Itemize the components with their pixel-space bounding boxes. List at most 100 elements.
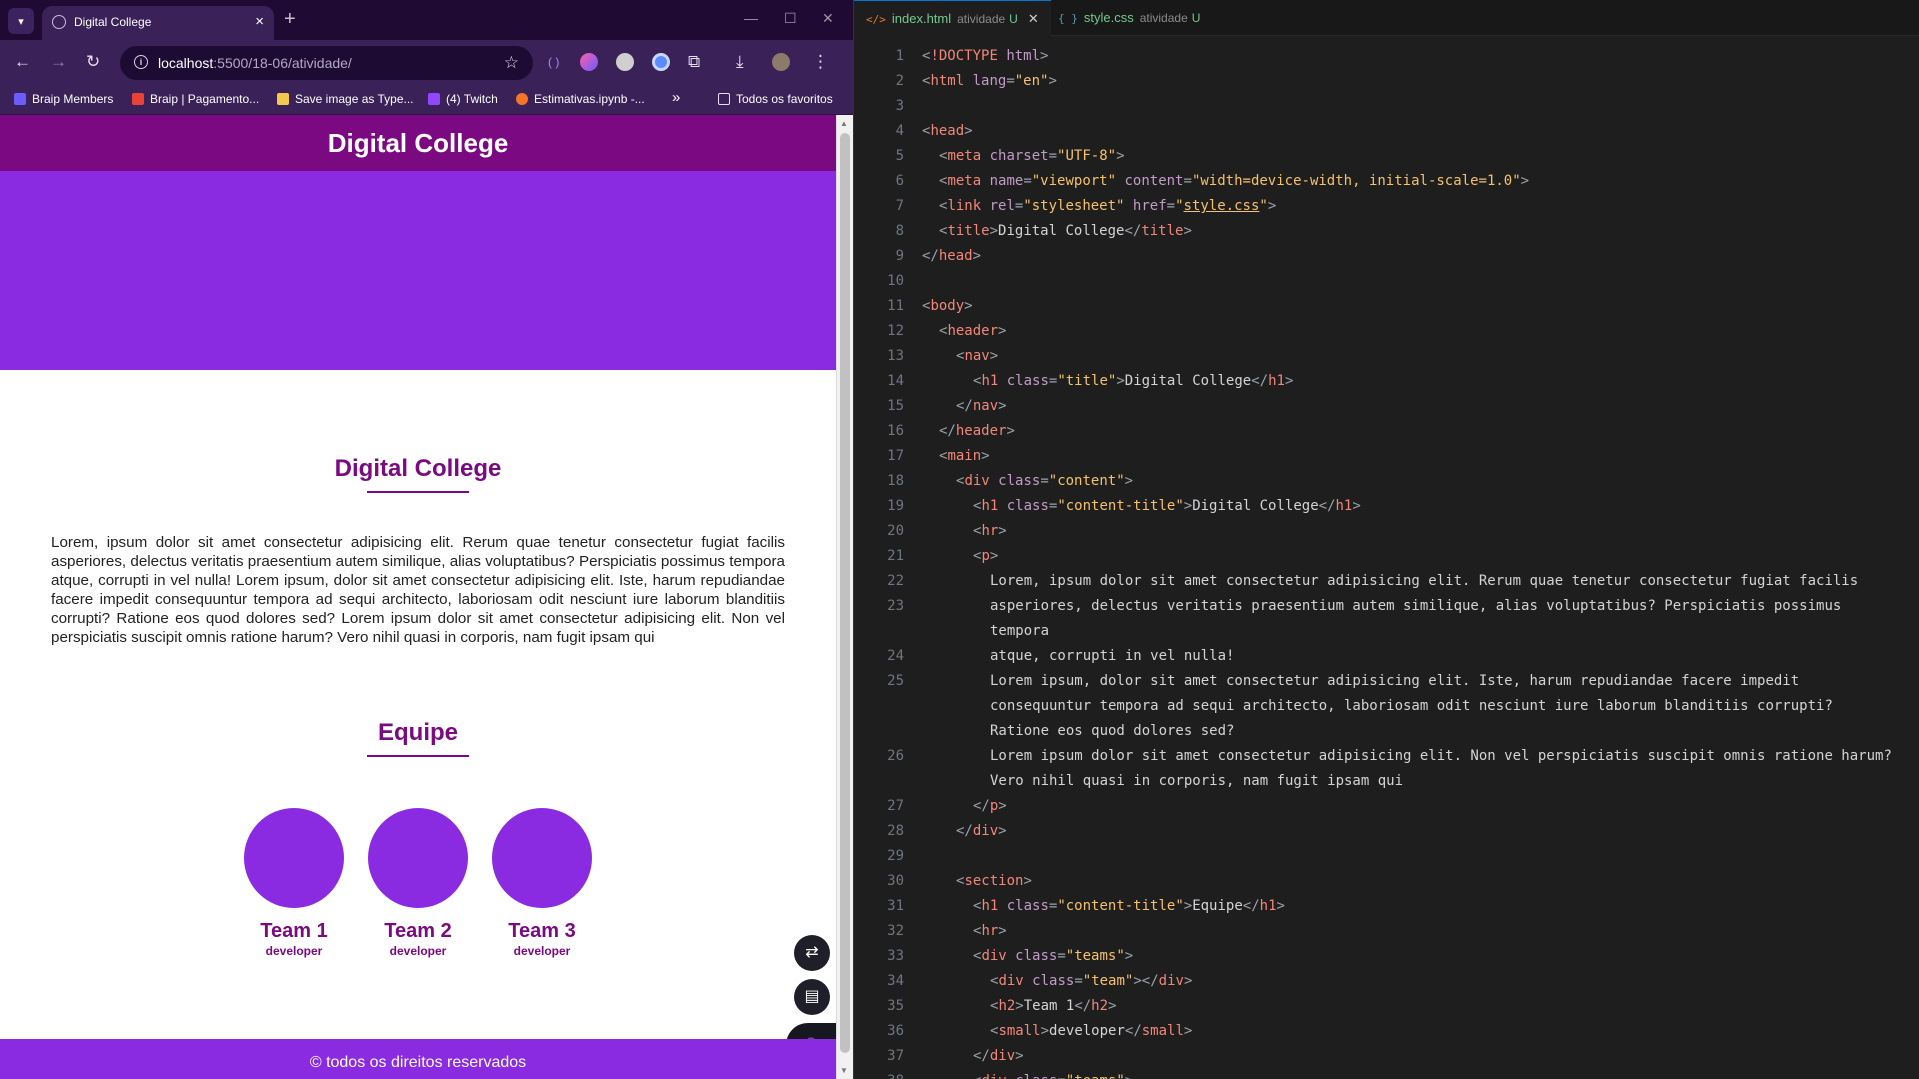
tab-title: Digital College — [74, 15, 152, 29]
team-title-divider — [367, 755, 469, 757]
extension-icon[interactable] — [616, 53, 634, 71]
code-line: <h1 class="title">Digital College</h1> — [973, 373, 1294, 389]
line-number: 29 — [887, 848, 904, 864]
line-number: 3 — [895, 98, 904, 114]
team-card: Team 3 developer — [492, 808, 592, 958]
bookmark-braip-pagamento[interactable]: Braip | Pagamento... — [132, 92, 259, 106]
team-name: Team 1 — [260, 920, 328, 942]
image-icon — [277, 93, 289, 105]
reload-icon[interactable]: ↻ — [86, 52, 100, 72]
maximize-icon[interactable]: ☐ — [784, 10, 797, 27]
team-section-title: Equipe — [377, 719, 458, 746]
bookmark-label: (4) Twitch — [446, 92, 498, 106]
team-avatar — [244, 808, 344, 908]
bookmark-braip-members[interactable]: Braip Members — [14, 92, 113, 106]
line-number: 37 — [887, 1048, 904, 1064]
twitch-icon — [428, 93, 440, 105]
bookmark-star-icon[interactable]: ☆ — [504, 53, 519, 73]
browser-toolbar: ← → ↻ i localhost:5500/18-06/atividade/ … — [0, 40, 853, 86]
editor-tab-style[interactable]: { } style.css atividade U — [1046, 0, 1212, 36]
css-file-icon: { } — [1058, 12, 1078, 25]
puzzle-icon[interactable]: ⧉ — [688, 52, 700, 72]
line-number: 12 — [887, 323, 904, 339]
code-line: tempora — [990, 623, 1050, 639]
bookmark-label: Save image as Type... — [295, 92, 414, 106]
record-extension-icon[interactable] — [652, 53, 670, 71]
line-number: 27 — [887, 798, 904, 814]
code-line: <!DOCTYPE html> — [922, 48, 1049, 64]
editor-tab-dir: atividade — [1139, 11, 1188, 25]
line-number: 16 — [887, 423, 904, 439]
profile-avatar[interactable] — [772, 53, 790, 71]
bookmark-estimativas[interactable]: Estimativas.ipynb -... — [516, 92, 645, 106]
close-editor-tab-icon[interactable]: ✕ — [1028, 11, 1039, 26]
code-line: Vero nihil quasi in corporis, nam fugit … — [990, 773, 1404, 789]
braip-icon — [14, 93, 26, 105]
tab-strip: ▾ Digital College × + — ☐ ✕ — [0, 0, 853, 40]
bookmarks-bar: Braip Members Braip | Pagamento... Save … — [0, 86, 853, 115]
site-info-icon[interactable]: i — [134, 55, 148, 69]
code-line: Ratione eos quod dolores sed? — [990, 723, 1235, 739]
address-bar[interactable]: i localhost:5500/18-06/atividade/ ☆ — [120, 46, 533, 80]
team-role: developer — [513, 944, 571, 958]
code-line: </div> — [956, 823, 1007, 839]
bookmark-save-image[interactable]: Save image as Type... — [277, 92, 414, 106]
hero-banner — [0, 171, 836, 370]
line-number: 5 — [895, 148, 904, 164]
bookmark-label: Braip Members — [32, 92, 114, 106]
scroll-up-icon[interactable]: ▲ — [840, 119, 848, 128]
line-number: 24 — [887, 648, 904, 664]
line-number: 22 — [887, 573, 904, 589]
line-number: 30 — [887, 873, 904, 889]
code-line: </nav> — [956, 398, 1007, 414]
code-line: asperiores, delectus veritatis praesenti… — [990, 598, 1842, 614]
new-tab-button[interactable]: + — [284, 8, 296, 31]
content-paragraph: Lorem, ipsum dolor sit amet consectetur … — [51, 534, 785, 646]
editor-tab-filename: style.css — [1083, 10, 1134, 25]
line-number: 7 — [895, 198, 904, 214]
bookmark-label: Estimativas.ipynb -... — [534, 92, 645, 106]
team-role: developer — [389, 944, 447, 958]
line-number: 36 — [887, 1023, 904, 1039]
line-number: 11 — [887, 298, 904, 314]
page-viewport: Digital College Digital College Lorem, i… — [0, 115, 836, 1079]
scrollbar-thumb[interactable] — [840, 133, 850, 1053]
line-number: 38 — [854, 1073, 904, 1079]
code-line: <h1 class="content-title">Equipe</h1> — [973, 898, 1285, 914]
translate-icon[interactable]: ⇄ — [794, 935, 830, 971]
line-number: 26 — [887, 748, 904, 764]
code-line: Lorem, ipsum dolor sit amet consectetur … — [990, 573, 1859, 589]
browser-tab[interactable]: Digital College × — [42, 6, 274, 40]
code-line: atque, corrupti in vel nulla! — [990, 648, 1235, 664]
menu-kebab-icon[interactable]: ⋮ — [812, 52, 829, 72]
code-editor: </> index.html atividade U ✕ { } style.css ati… — [854, 0, 1919, 1079]
forward-icon[interactable]: → — [50, 52, 67, 72]
bookmark-all-favorites[interactable]: Todos os favoritos — [718, 92, 833, 106]
close-tab-icon[interactable]: × — [255, 13, 264, 30]
editor-tab-status: U — [1009, 12, 1018, 26]
line-number: 14 — [887, 373, 904, 389]
brain-extension-icon[interactable] — [580, 53, 598, 71]
code-line: Lorem ipsum dolor sit amet consectetur a… — [990, 748, 1892, 764]
code-line: </header> — [939, 423, 1015, 439]
tab-search-button[interactable]: ▾ — [8, 8, 34, 34]
code-line: <nav> — [956, 348, 999, 364]
back-icon[interactable]: ← — [14, 52, 31, 72]
page-scrollbar[interactable]: ▲ ▼ — [836, 115, 853, 1079]
download-icon[interactable]: ⤓ — [736, 52, 744, 72]
extension-brackets-icon[interactable]: ( ) — [548, 52, 559, 72]
line-number: 9 — [895, 248, 904, 264]
reader-icon[interactable]: ▤ — [794, 979, 830, 1015]
code-line: <meta charset="UTF-8"> — [939, 148, 1125, 164]
bookmarks-overflow-button[interactable]: » — [672, 89, 680, 106]
line-number: 10 — [887, 273, 904, 289]
close-window-icon[interactable]: ✕ — [822, 10, 834, 27]
code-line: <p> — [973, 548, 999, 564]
folder-icon — [718, 93, 730, 105]
editor-tab-index[interactable]: </> index.html atividade U ✕ — [854, 0, 1051, 37]
bookmark-twitch[interactable]: (4) Twitch — [428, 92, 498, 106]
editor-tab-dir: atividade — [957, 12, 1006, 26]
scroll-down-icon[interactable]: ▼ — [840, 1066, 848, 1075]
line-number: 31 — [887, 898, 904, 914]
minimize-icon[interactable]: — — [744, 10, 758, 26]
